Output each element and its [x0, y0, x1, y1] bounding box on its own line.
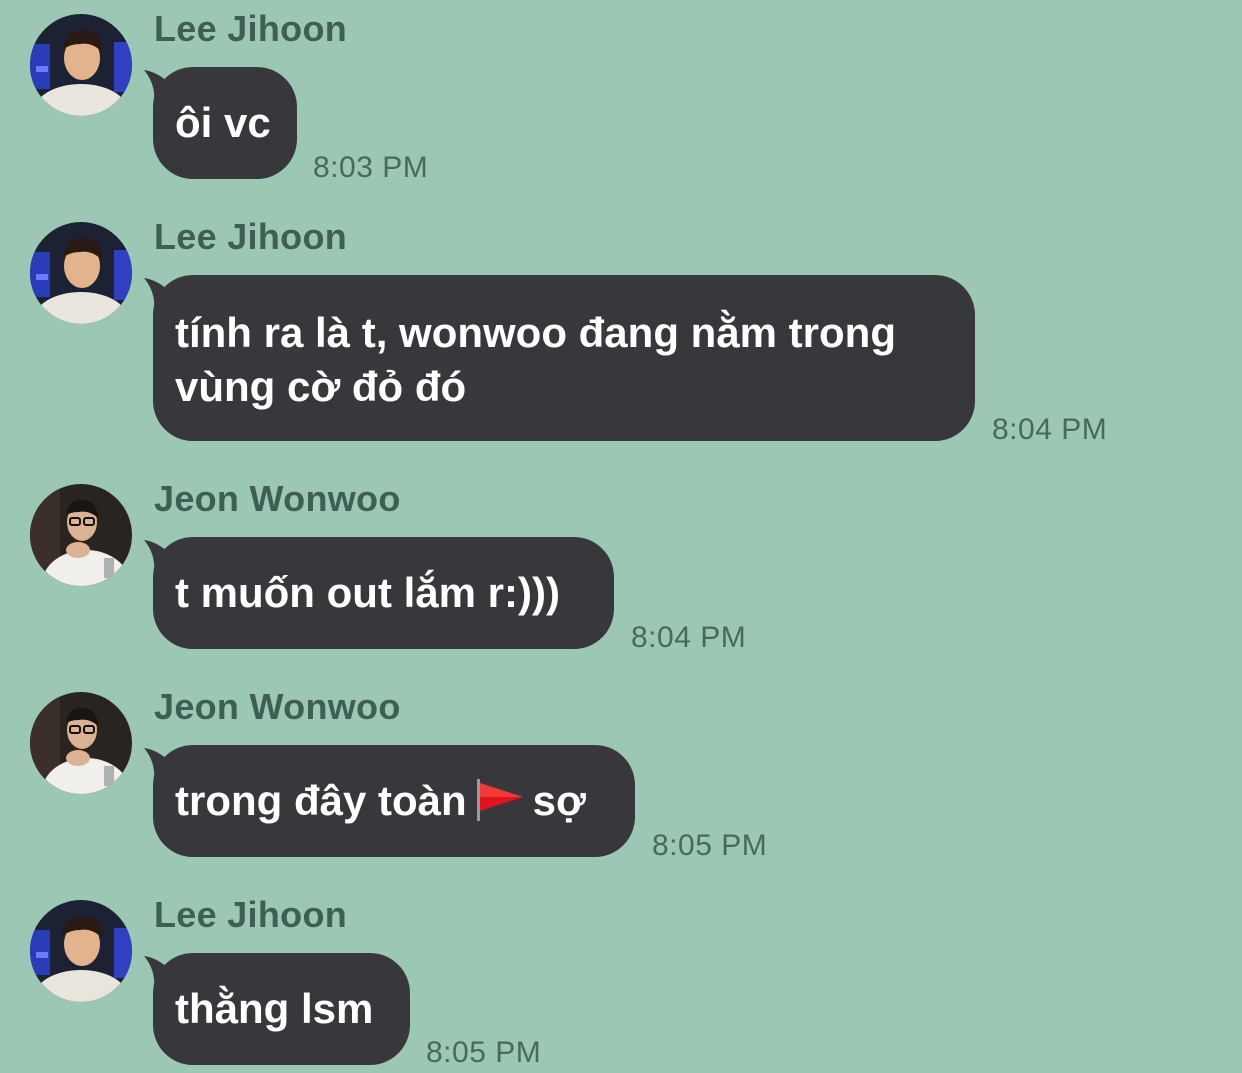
message-bubble[interactable]: ôi vc — [153, 67, 297, 179]
avatar[interactable] — [30, 692, 132, 794]
sender-name: Lee Jihoon — [154, 8, 348, 49]
message-text-line: tính ra là t, wonwoo đang nằm trong — [175, 309, 896, 356]
message-bubble[interactable]: trong đây toàn sợ — [153, 745, 635, 857]
message-text: sợ — [532, 777, 586, 824]
message-bubble[interactable]: tính ra là t, wonwoo đang nằm trong vùng… — [153, 275, 975, 441]
message-text: thằng lsm — [175, 985, 374, 1032]
avatar[interactable] — [30, 222, 132, 324]
avatar[interactable] — [30, 484, 132, 586]
avatar[interactable] — [30, 14, 132, 116]
message-row: Lee Jihoon tính ra là t, wonwoo đang nằm… — [0, 216, 1242, 452]
timestamp: 8:04 PM — [631, 621, 747, 654]
message-row: Jeon Wonwoo trong đây toàn sợ 8:05 PM — [0, 686, 1242, 862]
jeon-wonwoo-photo — [30, 484, 132, 586]
timestamp: 8:03 PM — [313, 151, 429, 184]
message-text: t muốn out lắm r:))) — [175, 569, 560, 616]
sender-name: Lee Jihoon — [154, 216, 348, 257]
avatar[interactable] — [30, 900, 132, 1002]
lee-jihoon-photo — [30, 222, 132, 324]
lee-jihoon-photo — [30, 900, 132, 1002]
timestamp: 8:05 PM — [426, 1036, 542, 1069]
message-row: Lee Jihoon ôi vc 8:03 PM — [0, 8, 1242, 184]
sender-name: Jeon Wonwoo — [154, 478, 401, 519]
timestamp: 8:05 PM — [652, 829, 768, 862]
message-row: Jeon Wonwoo t muốn out lắm r:))) 8:04 PM — [0, 478, 1242, 654]
red-flag-icon — [475, 751, 527, 821]
sender-name: Lee Jihoon — [154, 894, 348, 935]
message-row: Lee Jihoon thằng lsm 8:05 PM — [0, 894, 1242, 1073]
lee-jihoon-photo — [30, 14, 132, 116]
jeon-wonwoo-photo — [30, 692, 132, 794]
message-text: ôi vc — [175, 99, 271, 146]
sender-name: Jeon Wonwoo — [154, 686, 401, 727]
timestamp: 8:04 PM — [992, 413, 1108, 446]
message-text: trong đây toàn — [175, 777, 467, 824]
message-bubble[interactable]: t muốn out lắm r:))) — [153, 537, 614, 649]
message-text-line: vùng cờ đỏ đó — [175, 363, 467, 410]
message-bubble[interactable]: thằng lsm — [153, 953, 410, 1065]
